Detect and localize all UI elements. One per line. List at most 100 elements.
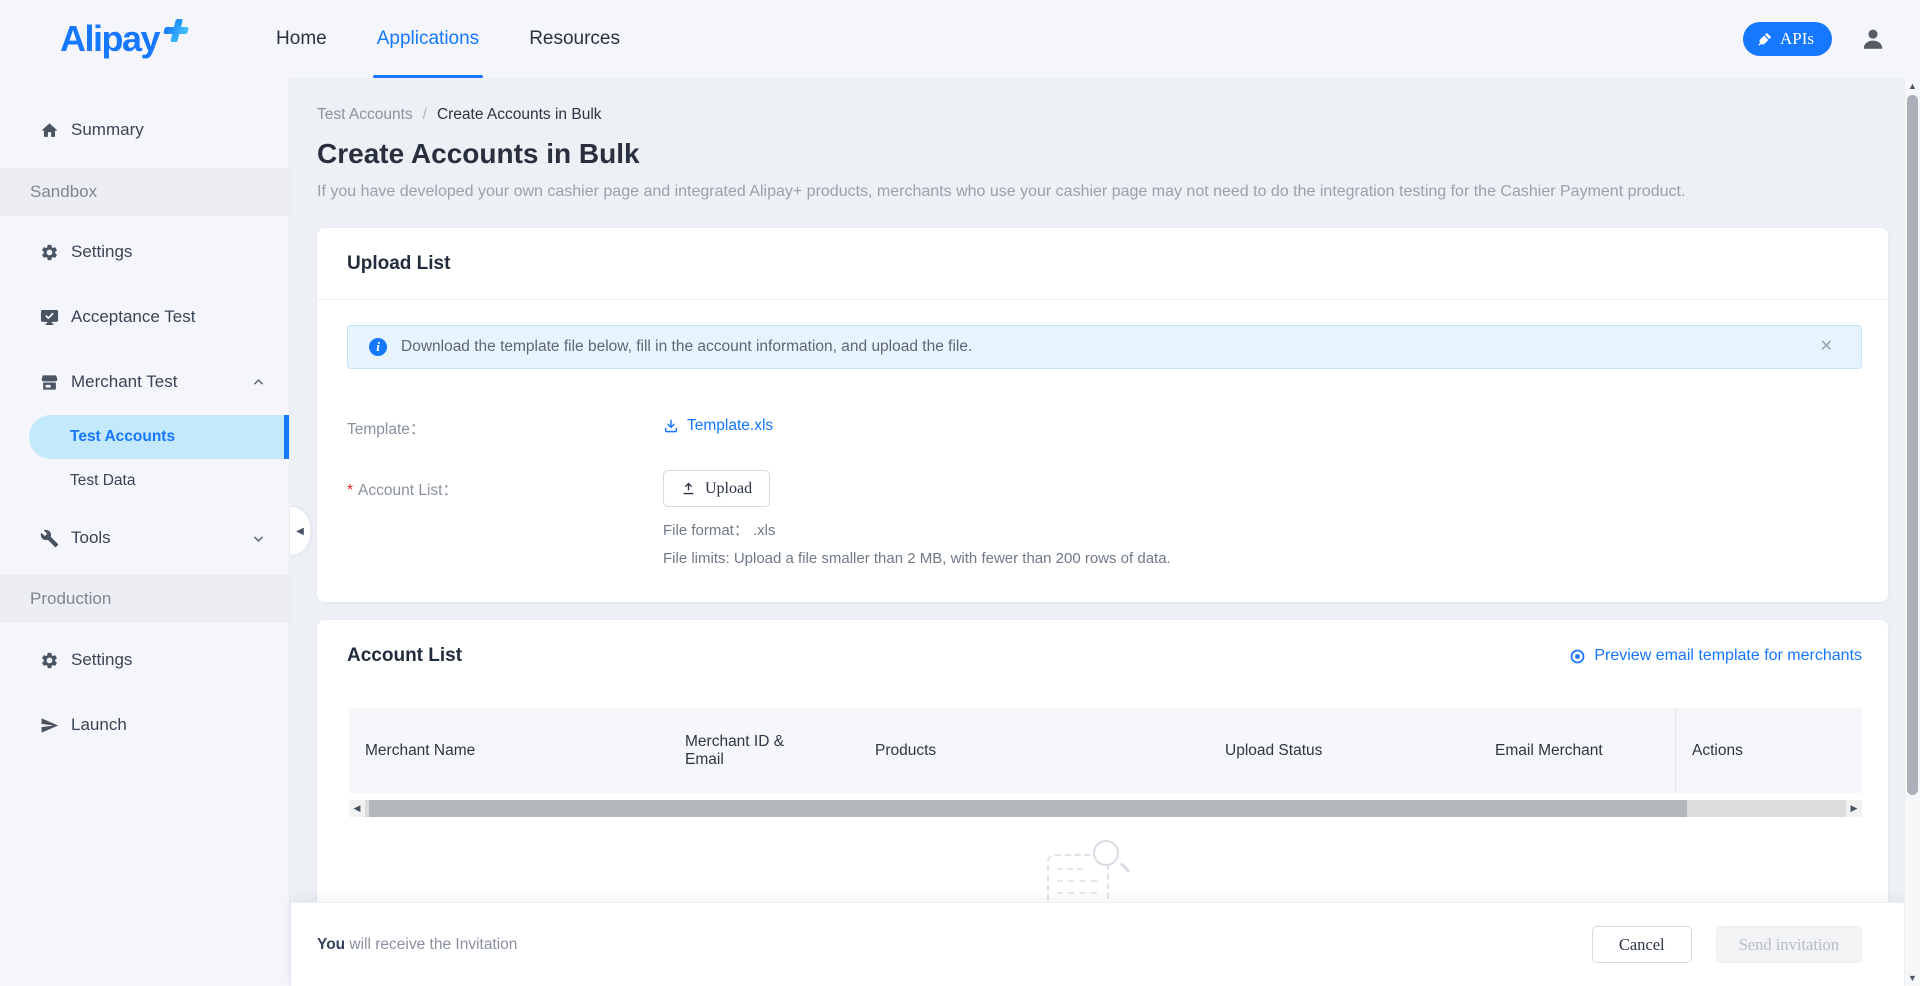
collapse-arrow-icon: ◀	[296, 526, 304, 537]
tools-icon	[40, 529, 59, 548]
cancel-button[interactable]: Cancel	[1592, 926, 1692, 963]
sidebar: Summary Sandbox Settings Acceptance Test…	[0, 78, 290, 986]
home-icon	[40, 121, 59, 140]
scroll-down-icon[interactable]: ▼	[1905, 970, 1920, 986]
footer-action-bar: You will receive the Invitation Cancel S…	[291, 902, 1904, 986]
nav-resources[interactable]: Resources	[525, 0, 624, 78]
template-link-label: Template.xls	[687, 417, 773, 435]
vertical-scrollbar[interactable]: ▲ ▼	[1904, 78, 1920, 986]
chevron-down-icon	[252, 532, 265, 545]
column-actions: Actions	[1675, 708, 1847, 793]
send-invitation-button[interactable]: Send invitation	[1716, 926, 1862, 963]
account-list-row: *Account List： Upload File format： .xls …	[347, 470, 1888, 567]
main-nav: Home Applications Resources	[272, 0, 666, 78]
sidebar-item-label: Settings	[71, 650, 132, 670]
template-label: Template：	[347, 409, 663, 439]
account-card-header: Account List Preview email template for …	[317, 620, 1888, 692]
sidebar-subitem-label: Test Data	[70, 472, 135, 490]
info-icon: i	[369, 338, 387, 356]
upload-button[interactable]: Upload	[663, 470, 770, 507]
sidebar-section-production: Production	[0, 575, 289, 623]
info-banner-text: Download the template file below, fill i…	[401, 338, 972, 356]
page-description: If you have developed your own cashier p…	[317, 183, 1888, 201]
page-title: Create Accounts in Bulk	[317, 138, 1888, 170]
chevron-up-icon	[252, 376, 265, 389]
breadcrumb-current: Create Accounts in Bulk	[437, 106, 602, 124]
template-row: Template： Template.xls	[347, 409, 1888, 439]
eye-icon	[1569, 648, 1586, 665]
magnifier-icon	[1093, 840, 1119, 866]
file-limits-note: File limits: Upload a file smaller than …	[663, 550, 1888, 567]
nav-home[interactable]: Home	[272, 0, 331, 78]
sidebar-item-acceptance-test[interactable]: Acceptance Test	[0, 287, 289, 347]
scroll-right-icon[interactable]: ▶	[1846, 803, 1862, 814]
sidebar-item-label: Acceptance Test	[71, 307, 195, 327]
sidebar-item-label: Settings	[71, 242, 132, 262]
sidebar-item-tools[interactable]: Tools	[0, 508, 289, 568]
alipay-logo[interactable]: Alipay	[60, 21, 188, 57]
sidebar-item-settings-production[interactable]: Settings	[0, 630, 289, 690]
sidebar-section-label: Sandbox	[30, 182, 97, 202]
sidebar-subitem-label: Test Accounts	[70, 428, 175, 446]
column-merchant-id-email: Merchant ID & Email	[669, 733, 859, 769]
store-icon	[40, 373, 59, 392]
preview-link-label: Preview email template for merchants	[1594, 647, 1862, 665]
sidebar-item-summary[interactable]: Summary	[0, 100, 289, 160]
download-icon	[663, 418, 679, 434]
close-icon[interactable]: ✕	[1820, 339, 1833, 355]
top-header: Alipay Home Applications Resources APIs	[0, 0, 1920, 78]
column-merchant-name: Merchant Name	[349, 742, 669, 760]
sidebar-item-test-data[interactable]: Test Data	[0, 459, 289, 503]
upload-card-title: Upload List	[347, 253, 450, 275]
paper-plane-icon	[40, 716, 59, 735]
horizontal-scrollbar-thumb[interactable]	[369, 800, 1687, 817]
breadcrumb-test-accounts[interactable]: Test Accounts	[317, 106, 413, 124]
required-mark: *	[347, 482, 353, 499]
upload-icon	[681, 481, 696, 496]
sidebar-item-label: Merchant Test	[71, 372, 177, 392]
scroll-up-icon[interactable]: ▲	[1905, 78, 1920, 94]
column-products: Products	[859, 742, 1209, 760]
invitation-note: You will receive the Invitation	[317, 936, 517, 954]
sidebar-item-settings-sandbox[interactable]: Settings	[0, 222, 289, 282]
sidebar-item-label: Tools	[71, 528, 111, 548]
horizontal-scrollbar-track[interactable]	[365, 800, 1846, 817]
sidebar-section-sandbox: Sandbox	[0, 168, 289, 216]
scroll-left-icon[interactable]: ◀	[349, 803, 365, 814]
apis-button[interactable]: APIs	[1743, 22, 1832, 56]
monitor-check-icon	[40, 308, 59, 327]
upload-button-label: Upload	[705, 480, 752, 498]
template-download-link[interactable]: Template.xls	[663, 409, 773, 435]
account-list-label: *Account List：	[347, 470, 663, 567]
vertical-scrollbar-thumb[interactable]	[1907, 95, 1918, 795]
file-format-note: File format： .xls	[663, 519, 1888, 540]
gear-icon	[40, 243, 59, 262]
gear-icon	[40, 651, 59, 670]
upload-list-card: Upload List i Download the template file…	[317, 228, 1888, 602]
apis-button-label: APIs	[1780, 29, 1814, 49]
nav-applications[interactable]: Applications	[373, 0, 483, 78]
plug-icon	[1757, 32, 1772, 47]
account-card-title: Account List	[347, 645, 462, 667]
column-upload-status: Upload Status	[1209, 742, 1479, 760]
sidebar-item-launch[interactable]: Launch	[0, 695, 289, 755]
sidebar-item-label: Summary	[71, 120, 144, 140]
breadcrumb: Test Accounts / Create Accounts in Bulk	[317, 106, 1888, 124]
table-header-row: Merchant Name Merchant ID & Email Produc…	[349, 708, 1862, 793]
sidebar-item-merchant-test[interactable]: Merchant Test	[0, 352, 289, 412]
accounts-table: Merchant Name Merchant ID & Email Produc…	[349, 708, 1862, 817]
info-banner: i Download the template file below, fill…	[347, 325, 1862, 369]
upload-card-header: Upload List	[317, 228, 1888, 300]
header-right: APIs	[1743, 22, 1886, 56]
breadcrumb-separator: /	[423, 106, 427, 124]
app-window: Alipay Home Applications Resources APIs …	[0, 0, 1920, 986]
sidebar-section-label: Production	[30, 589, 111, 609]
main-content: Test Accounts / Create Accounts in Bulk …	[291, 78, 1904, 986]
column-email-merchant: Email Merchant	[1479, 742, 1675, 760]
user-avatar-icon[interactable]	[1860, 26, 1886, 52]
sidebar-item-test-accounts[interactable]: Test Accounts	[29, 415, 289, 459]
preview-email-template-link[interactable]: Preview email template for merchants	[1569, 647, 1862, 665]
logo-text: Alipay	[60, 21, 159, 57]
horizontal-scrollbar: ◀ ▶	[349, 800, 1862, 817]
logo-plus-icon	[161, 19, 191, 43]
